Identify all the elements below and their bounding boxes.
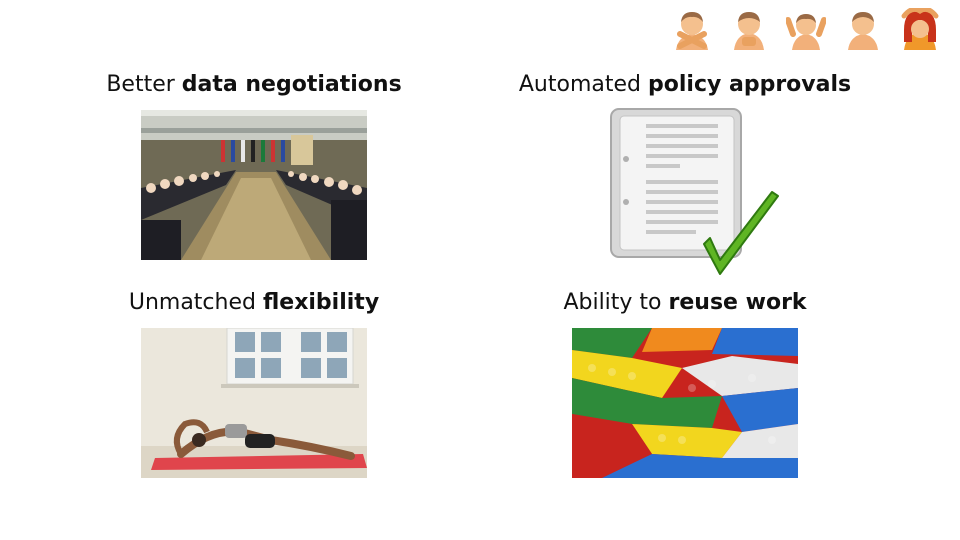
caption-prefix: Automated <box>518 72 648 97</box>
caption-policy-approvals: Automated policy approvals <box>519 72 851 98</box>
person-shrugging-icon <box>786 14 826 50</box>
document-checkmark-icon <box>606 104 782 280</box>
caption-reuse-work: Ability to reuse work <box>563 290 806 316</box>
yoga-stretch-photo <box>141 328 367 478</box>
emoji-row <box>672 8 942 50</box>
caption-bold: reuse work <box>668 290 807 315</box>
caption-flexibility: Unmatched flexibility <box>129 290 379 316</box>
caption-prefix: Better <box>106 72 182 97</box>
caption-bold: policy approvals <box>648 72 852 97</box>
person-bowing-icon <box>734 12 764 50</box>
caption-prefix: Unmatched <box>128 290 263 315</box>
person-gesturing-no-icon <box>676 12 708 50</box>
person-neutral-icon <box>848 12 878 50</box>
negotiation-table-photo <box>141 110 367 260</box>
caption-bold: flexibility <box>262 290 380 315</box>
person-gesturing-ok-icon <box>901 8 939 50</box>
caption-prefix: Ability to <box>563 290 669 315</box>
lego-bricks-photo <box>572 328 798 478</box>
caption-data-negotiations: Better data negotiations <box>106 72 401 98</box>
caption-bold: data negotiations <box>181 72 402 97</box>
